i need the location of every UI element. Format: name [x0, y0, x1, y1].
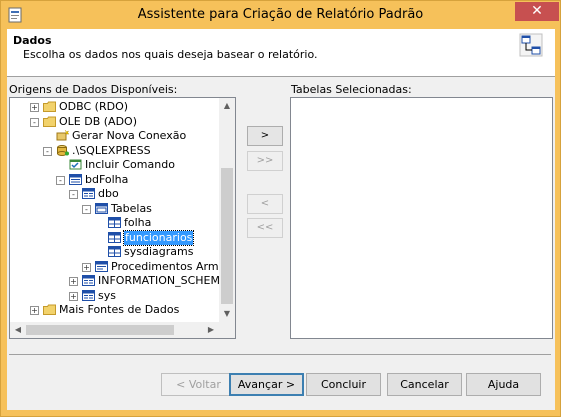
finish-button[interactable]: Concluir: [306, 373, 381, 396]
tree-item-label: folha: [124, 216, 152, 229]
tree-item[interactable]: Incluir Comando: [10, 158, 215, 172]
tree-horizontal-thumb[interactable]: [26, 325, 174, 335]
data-link-icon: [519, 33, 543, 57]
scroll-left-icon[interactable]: ◀: [10, 322, 26, 338]
tree-item[interactable]: Gerar Nova Conexão: [10, 129, 215, 143]
scroll-right-icon[interactable]: ▶: [203, 322, 219, 338]
tree-item-label: dbo: [98, 187, 119, 200]
folder-icon: [43, 101, 56, 112]
add-all-button[interactable]: >>: [247, 151, 283, 171]
page-title: Dados: [13, 34, 52, 47]
expand-icon[interactable]: +: [69, 291, 78, 301]
tree-item[interactable]: folha: [10, 216, 215, 230]
tree-item[interactable]: - bdFolha: [10, 173, 215, 187]
window-title: Assistente para Criação de Relatório Pad…: [137, 7, 424, 22]
collapse-icon[interactable]: -: [56, 175, 65, 185]
selected-tables-list[interactable]: [290, 97, 553, 339]
tree-item[interactable]: - Tabelas: [10, 202, 215, 216]
selected-tables-label: Tabelas Selecionadas:: [291, 83, 412, 96]
close-button[interactable]: ✕: [515, 2, 559, 21]
command-icon: [69, 159, 82, 170]
remove-table-button[interactable]: <: [247, 194, 283, 214]
data-sources-tree[interactable]: + ODBC (RDO) - OLE DB (ADO) Gerar Nova Conex…: [9, 97, 236, 339]
table-icon: [108, 217, 121, 228]
tree-vertical-thumb[interactable]: [221, 168, 233, 304]
tree-vertical-scrollbar[interactable]: ▲ ▼: [219, 98, 235, 322]
database-icon: [69, 173, 82, 185]
available-sources-label: Origens de Dados Disponíveis:: [9, 83, 178, 96]
schema-icon: [82, 275, 95, 286]
tree-item-label: Mais Fontes de Dados: [59, 303, 180, 316]
collapse-icon[interactable]: -: [43, 146, 52, 156]
cancel-button[interactable]: Cancelar: [387, 373, 462, 396]
remove-all-button[interactable]: <<: [247, 218, 283, 238]
tree-item[interactable]: + Procedimentos Armazen: [10, 260, 235, 274]
tree-item[interactable]: + Mais Fontes de Dados: [10, 303, 215, 317]
tree-item-label: Tabelas: [111, 201, 152, 215]
tree-item[interactable]: + INFORMATION_SCHEMA: [10, 274, 228, 288]
schema-icon: [82, 289, 95, 301]
help-button[interactable]: Ajuda: [466, 373, 541, 396]
expand-icon[interactable]: +: [82, 262, 91, 272]
scroll-down-icon[interactable]: ▼: [219, 306, 235, 322]
tree-item-label: Incluir Comando: [85, 158, 175, 171]
server-icon: [56, 144, 69, 156]
tree-item[interactable]: - dbo: [10, 187, 215, 201]
scroll-up-icon[interactable]: ▲: [219, 98, 235, 114]
scroll-corner: [219, 322, 235, 338]
folder-icon: [43, 116, 56, 127]
schema-icon: [82, 188, 95, 199]
table-icon: [108, 231, 121, 243]
tree-item-label: funcionarios: [122, 229, 195, 246]
title-bar[interactable]: Assistente para Criação de Relatório Pad…: [1, 1, 560, 29]
tree-item[interactable]: funcionarios: [10, 229, 215, 246]
page-description: Escolha os dados nos quais deseja basear…: [23, 48, 318, 61]
tree-item-label: sysdiagrams: [124, 245, 194, 258]
tree-item-label: ODBC (RDO): [59, 100, 129, 113]
tree-item-label: .\SQLEXPRESS: [72, 143, 151, 157]
wizard-header: Dados Escolha os dados nos quais deseja …: [7, 29, 555, 77]
procedures-icon: [95, 260, 108, 272]
close-icon: ✕: [531, 3, 543, 19]
tables-folder-icon: [95, 202, 108, 214]
collapse-icon[interactable]: -: [69, 190, 78, 199]
back-button[interactable]: < Voltar: [161, 373, 236, 396]
table-icon: [108, 246, 121, 257]
tree-horizontal-scrollbar[interactable]: ◀ ▶: [10, 322, 219, 338]
new-connection-icon: [56, 129, 70, 141]
expand-icon[interactable]: +: [30, 103, 39, 112]
folder-icon: [43, 304, 56, 315]
wizard-window: Assistente para Criação de Relatório Pad…: [0, 0, 561, 417]
tree-item[interactable]: + sys: [10, 289, 215, 303]
tree-item-label: Procedimentos Armazen: [111, 259, 236, 273]
tree-item-label: Gerar Nova Conexão: [72, 129, 187, 142]
expand-icon[interactable]: +: [30, 306, 39, 315]
footer-separator: [9, 354, 551, 355]
tree-item[interactable]: + ODBC (RDO): [10, 100, 215, 114]
tree-item[interactable]: sysdiagrams: [10, 245, 215, 259]
collapse-icon[interactable]: -: [82, 204, 91, 214]
add-table-button[interactable]: >: [247, 126, 283, 146]
tree-item[interactable]: - OLE DB (ADO): [10, 115, 215, 129]
wizard-body: Dados Escolha os dados nos quais deseja …: [7, 29, 555, 410]
tree-item-label: INFORMATION_SCHEMA: [98, 274, 228, 287]
tree-item-label: bdFolha: [85, 172, 129, 186]
collapse-icon[interactable]: -: [30, 117, 39, 127]
tree-item[interactable]: - .\SQLEXPRESS: [10, 144, 215, 158]
tree-item-label: OLE DB (ADO): [59, 114, 137, 128]
expand-icon[interactable]: +: [69, 277, 78, 286]
tree-item-label: sys: [98, 288, 116, 302]
next-button[interactable]: Avançar >: [229, 373, 304, 396]
